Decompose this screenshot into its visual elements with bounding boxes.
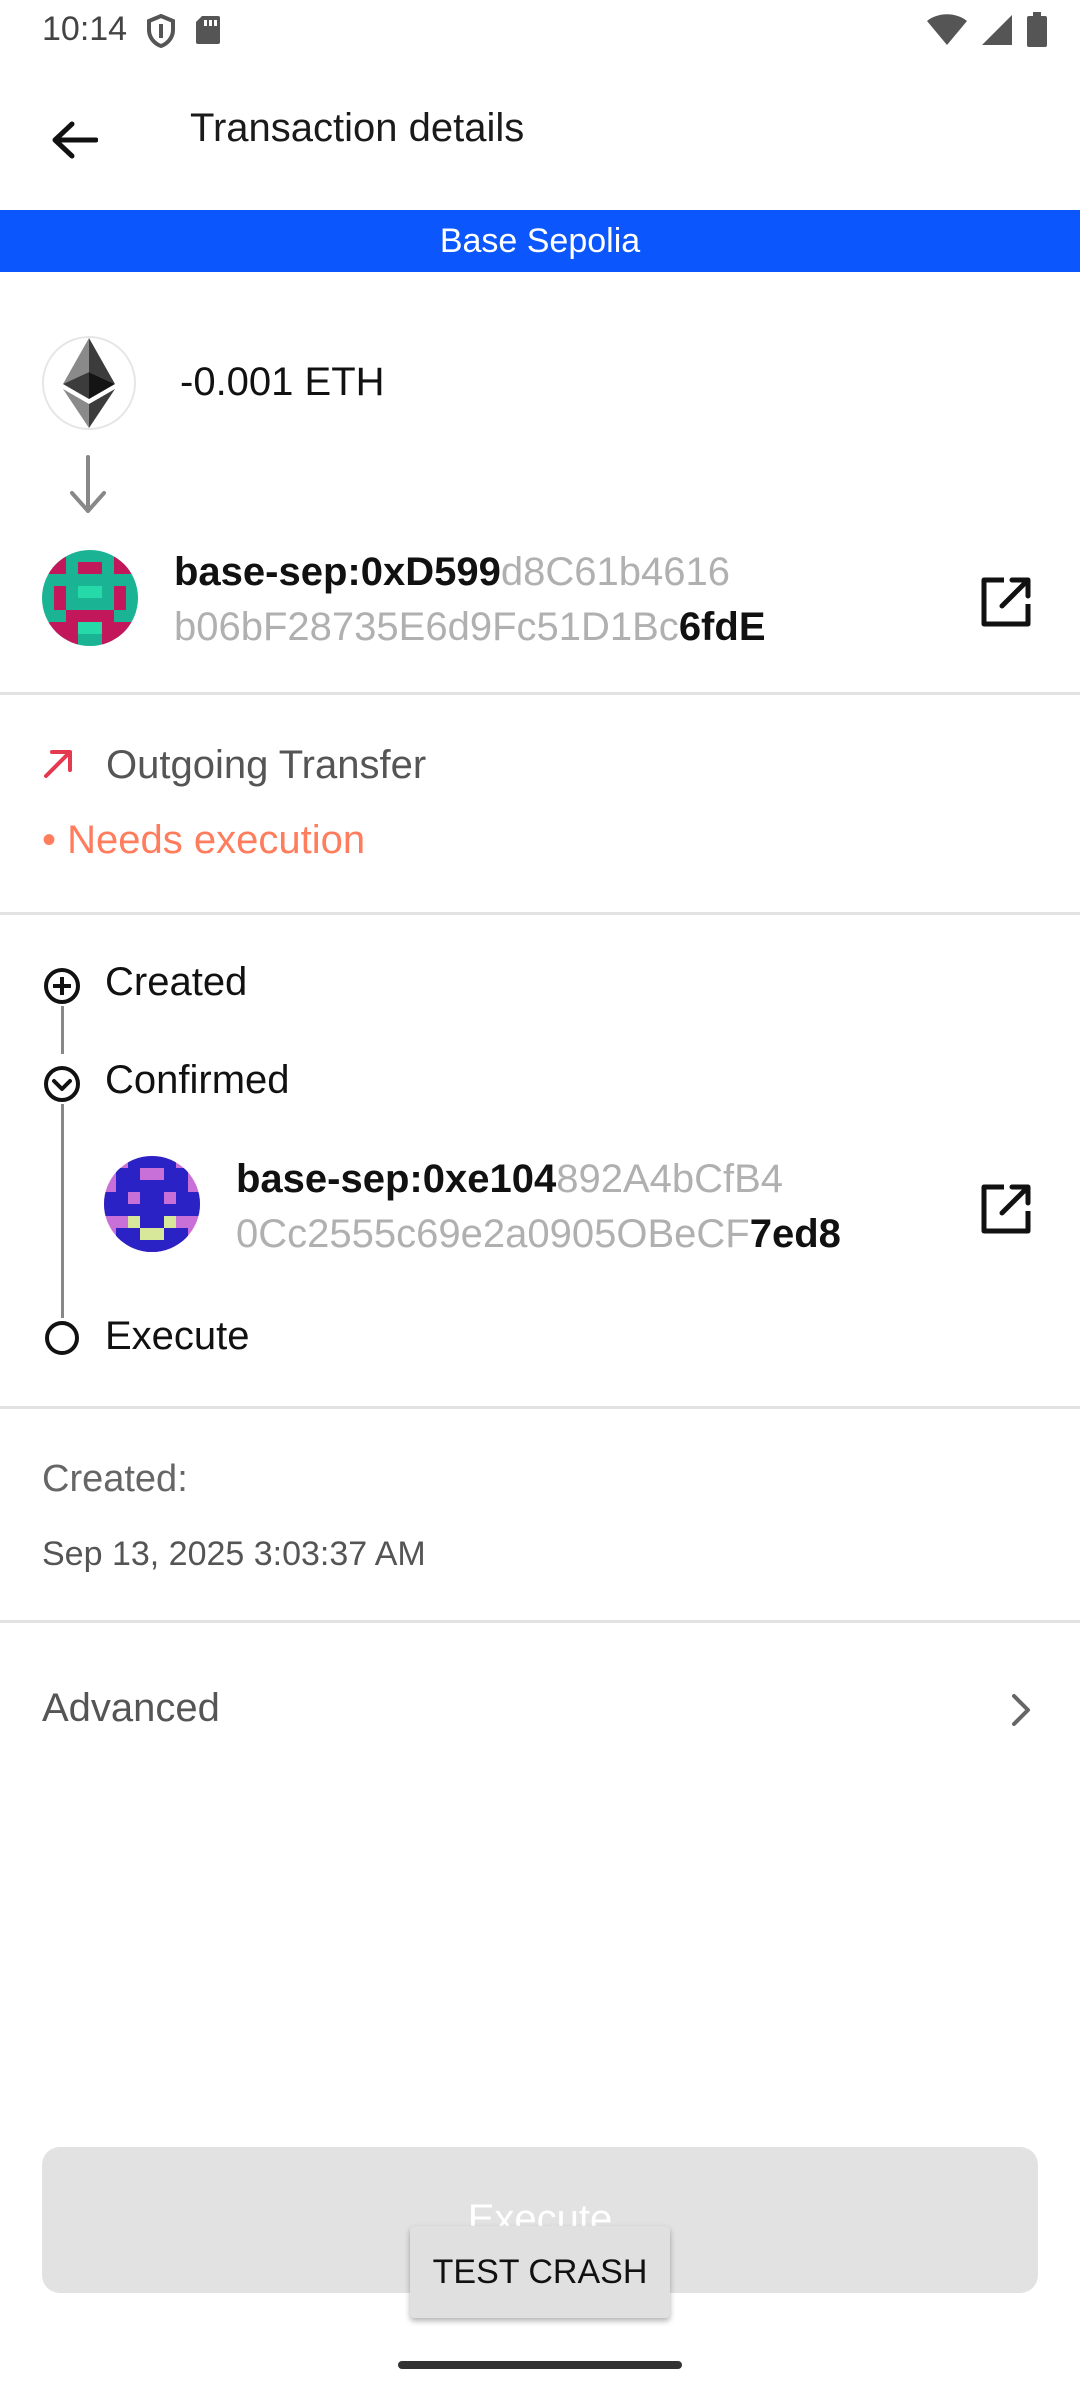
divider [0, 692, 1080, 695]
created-value: Sep 13, 2025 3:03:37 AM [42, 1535, 426, 1573]
timeline-execute: Execute [105, 1314, 250, 1358]
arrow-down-icon [66, 455, 110, 515]
battery-icon [1026, 12, 1048, 53]
arrow-left-icon [50, 120, 99, 165]
sd-card-icon [194, 14, 222, 53]
divider [0, 1620, 1080, 1623]
back-button[interactable] [36, 104, 112, 180]
test-crash-button[interactable]: TEST CRASH [410, 2226, 670, 2318]
status-badge: • Needs execution [42, 818, 366, 862]
wifi-icon [926, 13, 968, 52]
check-circle-icon [42, 1064, 82, 1104]
status-bar: 10:14 [0, 0, 1080, 62]
address-middle: d8C61b4616 [500, 550, 730, 594]
address-middle: 0Cc2555c69e2a0905OBeCF [236, 1212, 750, 1256]
shield-icon [146, 13, 176, 53]
external-link-icon [978, 574, 1034, 635]
home-indicator[interactable] [398, 2361, 682, 2369]
status-time: 10:14 [42, 10, 128, 48]
signer-address: base-sep:0xe104892A4bCfB4 0Cc2555c69e2a0… [236, 1152, 841, 1262]
ethereum-icon [42, 336, 136, 430]
address-middle: 892A4bCfB4 [556, 1157, 784, 1201]
transfer-amount: -0.001 ETH [180, 360, 385, 404]
transaction-type: Outgoing Transfer [42, 740, 426, 790]
plus-circle-icon [42, 966, 82, 1006]
advanced-row[interactable]: Advanced [0, 1670, 1080, 1750]
signal-icon [980, 13, 1014, 52]
signer-address-row: base-sep:0xe104892A4bCfB4 0Cc2555c69e2a0… [0, 1152, 1080, 1272]
divider [0, 912, 1080, 915]
recipient-address: base-sep:0xD599d8C61b4616 b06bF28735E6d9… [174, 545, 766, 655]
page-title: Transaction details [190, 106, 525, 150]
recipient-address-row: base-sep:0xD599d8C61b4616 b06bF28735E6d9… [0, 545, 1080, 665]
circle-icon [42, 1318, 82, 1358]
signer-avatar [104, 1156, 200, 1252]
advanced-label: Advanced [42, 1686, 220, 1730]
external-link-icon [978, 1181, 1034, 1242]
open-external-link-button[interactable] [974, 572, 1038, 636]
arrow-up-right-icon [42, 746, 76, 785]
transaction-type-label: Outgoing Transfer [106, 742, 427, 787]
address-suffix: 6fdE [678, 605, 766, 649]
recipient-avatar [42, 550, 138, 646]
timeline-connector [61, 1006, 64, 1054]
open-external-link-button[interactable] [974, 1179, 1038, 1243]
address-prefix: base-sep:0xe104 [236, 1157, 557, 1201]
timeline-created: Created [105, 960, 248, 1004]
address-suffix: 7ed8 [749, 1212, 841, 1256]
address-middle: b06bF28735E6d9Fc51D1Bc [174, 605, 679, 649]
address-prefix: base-sep:0xD599 [174, 550, 501, 594]
app-bar: Transaction details [0, 62, 1080, 208]
created-label: Created: [42, 1458, 188, 1500]
amount-row: -0.001 ETH [0, 330, 1080, 430]
divider [0, 1406, 1080, 1409]
chevron-right-icon [1000, 1690, 1040, 1730]
network-banner: Base Sepolia [0, 210, 1080, 272]
timeline-confirmed: Confirmed [105, 1058, 290, 1102]
